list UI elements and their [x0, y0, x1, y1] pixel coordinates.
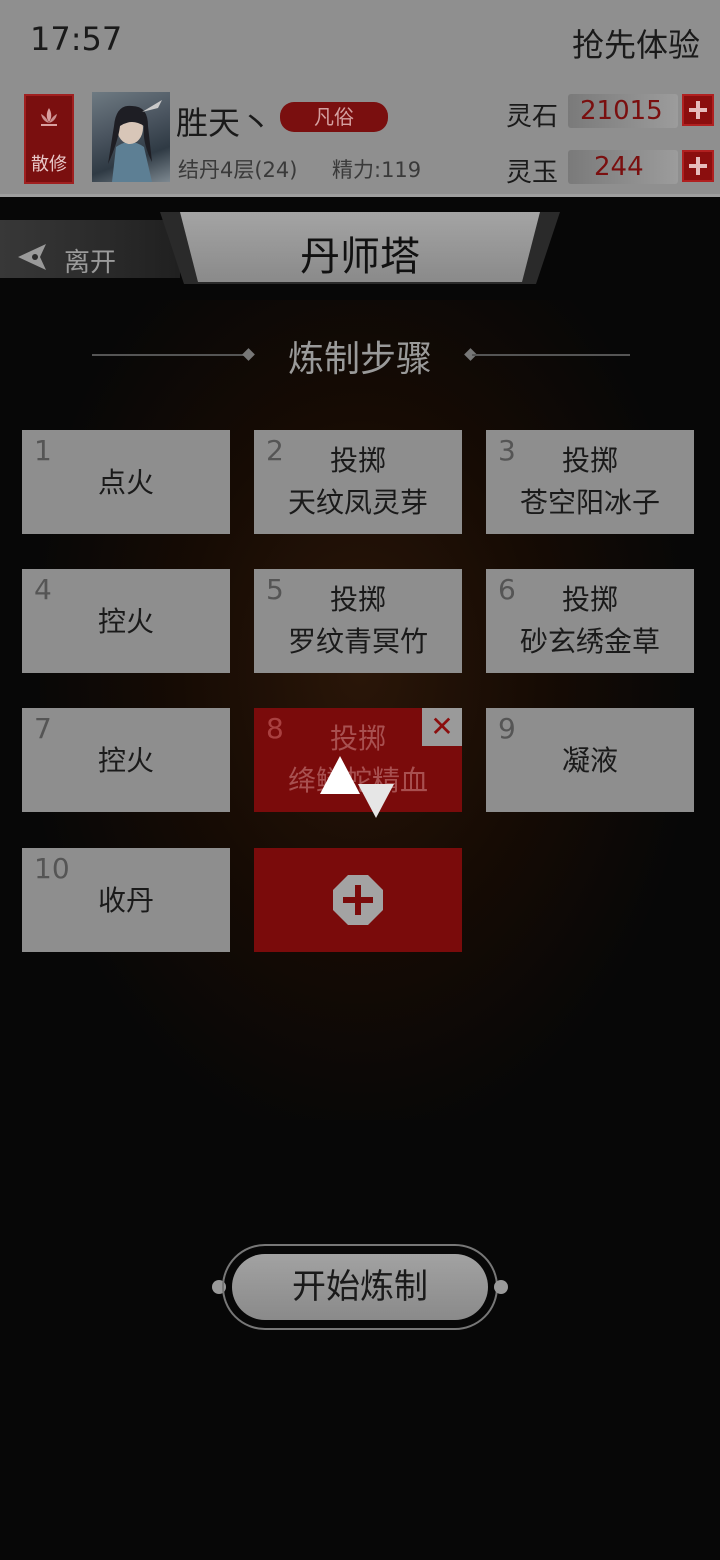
step-card[interactable]: 9 凝液 — [486, 708, 694, 812]
early-access-label[interactable]: 抢先体验 — [572, 20, 700, 66]
step-ingredient: 砂玄绣金草 — [519, 625, 660, 658]
step-action: 投掷 — [561, 583, 618, 616]
sect-badge[interactable]: 散修 — [24, 94, 74, 184]
spirit-jade-value: 244 — [594, 152, 644, 182]
step-card[interactable]: 10 收丹 — [22, 848, 230, 952]
step-action: 收丹 — [97, 884, 154, 917]
start-refining-button[interactable]: 开始炼制 — [232, 1254, 488, 1320]
spirit-jade-label: 灵玉 — [506, 158, 559, 188]
avatar-portrait-icon — [108, 100, 162, 182]
close-icon[interactable]: ✕ — [422, 708, 462, 746]
step-action: 控火 — [97, 744, 154, 777]
player-info-bar: 散修 胜天丶 凡俗 结丹4层(24) 精力:119 灵石 21015 灵玉 24… — [0, 82, 720, 197]
step-action: 投掷 — [329, 444, 386, 477]
back-label: 离开 — [64, 248, 117, 278]
nav-bar: 离开 丹师塔 — [0, 212, 720, 284]
start-refining-wrapper: 开始炼制 — [212, 1244, 508, 1332]
avatar[interactable] — [92, 92, 170, 182]
status-time: 17:57 — [30, 20, 123, 58]
step-action: 凝液 — [561, 744, 618, 777]
step-card[interactable]: 2 投掷 天纹凤灵芽 — [254, 430, 462, 534]
step-action: 控火 — [97, 605, 154, 638]
section-header: 炼制步骤 — [0, 330, 720, 380]
back-button[interactable]: 离开 — [0, 220, 180, 278]
spirit-stone-label: 灵石 — [506, 102, 559, 132]
section-divider-right — [472, 354, 630, 356]
step-card[interactable]: 5 投掷 罗纹青冥竹 — [254, 569, 462, 673]
step-card[interactable]: 7 控火 — [22, 708, 230, 812]
step-action: 投掷 — [561, 444, 618, 477]
sect-label: 散修 — [31, 154, 67, 175]
step-ingredient: 天纹凤灵芽 — [287, 486, 428, 519]
spirit-stone-value: 21015 — [580, 96, 663, 126]
step-action: 投掷 — [329, 583, 386, 616]
step-action: 点火 — [97, 466, 154, 499]
player-name: 胜天丶 — [176, 104, 273, 142]
section-title: 炼制步骤 — [287, 339, 432, 380]
energy-value: 精力:119 — [332, 158, 422, 182]
drag-down-arrow-icon[interactable] — [356, 780, 396, 820]
step-card[interactable]: 1 点火 — [22, 430, 230, 534]
add-spirit-jade-button[interactable] — [682, 150, 714, 182]
step-ingredient: 罗纹青冥竹 — [287, 625, 428, 658]
status-bar: 17:57 抢先体验 — [0, 0, 720, 82]
add-spirit-stone-button[interactable] — [682, 94, 714, 126]
step-card[interactable]: 4 控火 — [22, 569, 230, 673]
rank-badge: 凡俗 — [280, 102, 388, 132]
step-card[interactable]: 3 投掷 苍空阳冰子 — [486, 430, 694, 534]
step-card[interactable]: 6 投掷 砂玄绣金草 — [486, 569, 694, 673]
button-ornament-right — [494, 1280, 508, 1294]
page-title: 丹师塔 — [300, 234, 420, 280]
step-ingredient: 苍空阳冰子 — [519, 486, 660, 519]
plus-icon — [333, 875, 383, 925]
back-arrow-icon — [18, 244, 46, 270]
add-step-button[interactable] — [254, 848, 462, 952]
lotus-icon — [41, 108, 57, 126]
realm-level: 结丹4层(24) — [178, 158, 298, 182]
